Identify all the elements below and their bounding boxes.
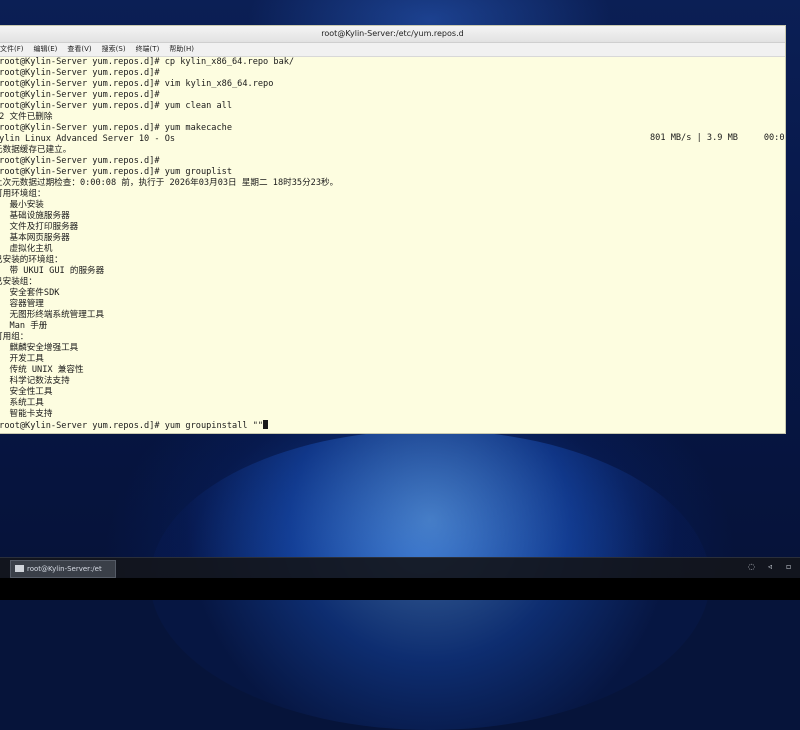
- menu-view[interactable]: 查看(V): [67, 43, 95, 56]
- menu-file[interactable]: 文件(F): [0, 43, 28, 56]
- terminal-line: 最小安装: [9, 200, 44, 210]
- terminal-line: 元数据缓存已建立。: [0, 145, 72, 155]
- terminal-line: 科学记数法支持: [0, 376, 70, 386]
- menu-edit[interactable]: 编辑(E): [34, 43, 62, 56]
- tray-network-icon[interactable]: ◌: [748, 562, 755, 571]
- terminal-line: [root@Kylin-Server yum.repos.d]# cp kyli…: [0, 57, 295, 67]
- text-cursor: [263, 420, 269, 429]
- terminal-line: 已安装组：: [0, 277, 37, 287]
- terminal-line: 传统 UNIX 兼容性: [0, 365, 84, 375]
- tray-notification-icon[interactable]: ▫: [786, 562, 791, 571]
- terminal-line: 虚拟化主机: [9, 244, 53, 254]
- terminal-line: [root@Kylin-Server yum.repos.d]#: [0, 68, 160, 78]
- taskbar-terminal-item[interactable]: root@Kylin-Server:/et: [10, 560, 116, 578]
- menu-terminal[interactable]: 终端(T): [136, 43, 164, 56]
- taskbar-task-label: root@Kylin-Server:/et: [27, 565, 102, 573]
- terminal-line: [root@Kylin-Server yum.repos.d]# yum gro…: [0, 167, 232, 177]
- terminal-output[interactable]: 801 MB/s | 3.9 MB 00:00 [root@Kylin-Serv…: [0, 57, 785, 433]
- terminal-line: 麒麟安全增强工具: [0, 343, 79, 353]
- terminal-line: 安全性工具: [9, 387, 53, 397]
- terminal-line: [root@Kylin-Server yum.repos.d]#: [0, 156, 160, 166]
- window-title-bar[interactable]: root@Kylin-Server:/etc/yum.repos.d: [0, 26, 785, 43]
- terminal-line: [root@Kylin-Server yum.repos.d]# yum mak…: [0, 123, 232, 133]
- terminal-line: Kylin Linux Advanced Server 10 - Os: [0, 134, 176, 144]
- terminal-line: 系统工具: [9, 398, 44, 408]
- terminal-line: [root@Kylin-Server yum.repos.d]#: [0, 90, 160, 100]
- terminal-line: 开发工具: [9, 354, 44, 364]
- terminal-line: 可用组：: [0, 332, 29, 342]
- taskbar: root@Kylin-Server:/et ◌ ◃ ▫: [0, 557, 800, 579]
- terminal-line: 无图形终端系统管理工具: [0, 310, 105, 320]
- terminal-line: [root@Kylin-Server yum.repos.d]# yum gro…: [0, 420, 269, 431]
- screen-bottom-edge: [0, 578, 800, 600]
- terminal-line: 可用环境组：: [0, 189, 46, 199]
- terminal-icon: [15, 565, 24, 572]
- tray-volume-icon[interactable]: ◃: [768, 562, 772, 571]
- terminal-window[interactable]: root@Kylin-Server:/etc/yum.repos.d 文件(F)…: [0, 26, 785, 433]
- menu-help[interactable]: 帮助(H): [169, 43, 198, 56]
- window-title: root@Kylin-Server:/etc/yum.repos.d: [321, 29, 464, 38]
- terminal-line: 基本网页服务器: [0, 233, 70, 243]
- terminal-line: 带 UKUI GUI 的服务器: [0, 266, 105, 276]
- terminal-line: 智能卡支持: [9, 409, 53, 419]
- terminal-line: [root@Kylin-Server yum.repos.d]# vim kyl…: [0, 79, 274, 89]
- terminal-line: 安全套件SDK: [0, 288, 60, 298]
- terminal-line: [root@Kylin-Server yum.repos.d]# yum cle…: [0, 101, 232, 111]
- terminal-line: 文件及打印服务器: [0, 222, 79, 232]
- terminal-line: 上次元数据过期检查：0:00:08 前，执行于 2026年03月03日 星期二 …: [0, 178, 339, 188]
- makecache-progress: 801 MB/s | 3.9 MB 00:00: [650, 133, 785, 143]
- terminal-line: 基础设施服务器: [0, 211, 70, 221]
- terminal-line: Man 手册: [9, 321, 48, 331]
- terminal-line: 12 文件已删除: [0, 112, 53, 122]
- terminal-line: 已安装的环境组：: [0, 255, 63, 265]
- menu-bar: 文件(F) 编辑(E) 查看(V) 搜索(S) 终端(T) 帮助(H): [0, 43, 785, 57]
- terminal-line: 容器管理: [9, 299, 44, 309]
- menu-search[interactable]: 搜索(S): [102, 43, 130, 56]
